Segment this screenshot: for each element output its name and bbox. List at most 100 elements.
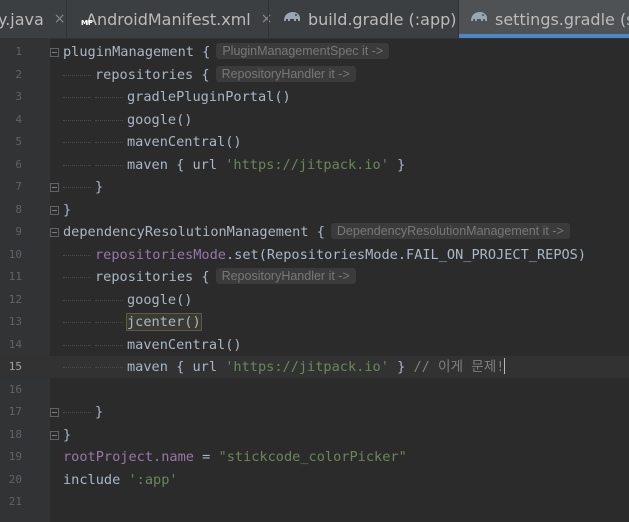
indent-guide: [63, 142, 91, 144]
code-line[interactable]: 2 repositories {RepositoryHandler it ->: [0, 64, 629, 86]
code-token: google(): [127, 111, 193, 128]
code-line[interactable]: 15 maven { url 'https://jitpack.io' } // …: [0, 356, 629, 378]
code-token: }: [388, 359, 414, 375]
code-token: repositories {: [95, 269, 210, 285]
code-text: google(): [127, 109, 192, 131]
code-token: google(): [127, 291, 193, 308]
code-text: mavenCentral(): [127, 334, 242, 356]
line-number: 1: [15, 45, 22, 58]
code-editor[interactable]: 1 pluginManagement { PluginManagementSpec …: [0, 39, 629, 522]
code-line[interactable]: 10 repositoriesMode.set(RepositoriesMode.…: [0, 244, 629, 266]
code-line[interactable]: 6 maven { url 'https://jitpack.io' }: [0, 154, 629, 176]
indent-guide: [63, 367, 91, 369]
fold-marker-icon[interactable]: [50, 408, 59, 417]
indent-guide: [63, 322, 91, 324]
code-text: repositories { RepositoryHandler it ->: [95, 266, 356, 288]
fold-marker-icon[interactable]: [50, 205, 59, 215]
gradle-elephant-icon: [469, 9, 489, 29]
code-token: }: [95, 179, 104, 195]
code-line[interactable]: 9 dependencyResolutionManagement { Depende…: [0, 221, 629, 243]
line-number: 20: [8, 472, 22, 486]
code-line[interactable]: 16: [0, 379, 629, 401]
line-number: 6: [15, 157, 22, 171]
fold-marker-icon[interactable]: [50, 228, 59, 237]
indent-guide: [63, 344, 91, 347]
code-token: mavenCentral(): [127, 336, 242, 353]
active-tab-indicator: [459, 34, 629, 38]
tab-java-file[interactable]: y.java ×: [0, 0, 66, 38]
fold-marker-icon[interactable]: [50, 48, 59, 57]
code-token: }: [95, 404, 104, 420]
inlay-hint: DependencyResolutionManagement it ->: [330, 223, 570, 239]
line-number: 8: [15, 202, 22, 216]
code-line[interactable]: 1 pluginManagement { PluginManagementSpec …: [0, 41, 629, 63]
code-line[interactable]: 5 mavenCentral(): [0, 131, 629, 153]
line-number: 21: [8, 495, 22, 508]
code-token: repositories {: [95, 66, 210, 83]
code-line[interactable]: 20 include ':app': [0, 469, 629, 491]
string-literal: "stickcode_colorPicker": [218, 449, 407, 465]
code-text: }: [63, 199, 71, 221]
text-caret: [504, 358, 506, 374]
code-line[interactable]: 7}: [0, 176, 629, 198]
indent-guide: [63, 97, 91, 99]
code-token: mavenCentral(): [127, 134, 242, 150]
code-line[interactable]: 3 gradlePluginPortal(): [0, 86, 629, 108]
indent-guide: [63, 412, 91, 414]
code-text: rootProject.name = "stickcode_colorPicke…: [63, 446, 407, 468]
indent-guide: [63, 74, 91, 77]
code-text: }: [95, 176, 103, 198]
code-token: gradlePluginPortal(): [127, 89, 291, 105]
code-token: include: [63, 471, 129, 488]
tab-android-manifest[interactable]: MF AndroidManifest.xml ×: [80, 0, 273, 38]
code-text: jcenter(): [126, 311, 202, 333]
indent-guide: [95, 119, 123, 122]
inlay-hint: PluginManagementSpec it ->: [216, 43, 390, 59]
code-text: }: [63, 424, 71, 446]
line-number: 7: [15, 180, 22, 193]
code-text: maven { url 'https://jitpack.io' }: [127, 154, 405, 176]
indent-guide: [63, 119, 91, 122]
code-line[interactable]: 18}: [0, 424, 629, 446]
property-name: repositoriesMode: [95, 246, 226, 263]
code-token: }: [63, 201, 72, 218]
code-line[interactable]: 8}: [0, 199, 629, 221]
line-number: 18: [8, 427, 22, 441]
line-number: 17: [8, 405, 22, 418]
code-token: maven { url: [127, 359, 226, 375]
code-line[interactable]: 12 google(): [0, 289, 629, 311]
code-text: gradlePluginPortal(): [127, 86, 291, 108]
line-number: 4: [15, 112, 22, 126]
inlay-hint: RepositoryHandler it ->: [215, 65, 356, 82]
indent-guide: [95, 344, 123, 347]
tab-settings-gradle[interactable]: settings.gradle (stick: [459, 0, 629, 38]
fold-marker-icon[interactable]: [50, 430, 59, 440]
indent-guide: [63, 187, 91, 189]
code-text: mavenCentral(): [127, 131, 242, 153]
close-icon[interactable]: ×: [261, 11, 273, 27]
code-token: dependencyResolutionManagement {: [63, 224, 325, 240]
string-literal: 'https://jitpack.io': [225, 156, 389, 173]
code-line[interactable]: 19 rootProject.name = "stickcode_colorPic…: [0, 446, 629, 468]
code-line[interactable]: 11 repositories { RepositoryHandler it ->: [0, 266, 629, 288]
line-number: 9: [15, 225, 22, 238]
inlay-hint: RepositoryHandler it ->: [215, 268, 356, 284]
tab-build-gradle-app[interactable]: build.gradle (:app) ×: [282, 0, 478, 38]
line-number: 15: [8, 360, 22, 373]
close-icon[interactable]: ×: [54, 11, 66, 27]
indent-guide: [95, 164, 123, 167]
code-line[interactable]: 14 mavenCentral(): [0, 334, 629, 356]
editor-tab-bar: y.java × MF AndroidManifest.xml × build.…: [0, 0, 629, 39]
code-line[interactable]: 17}: [0, 401, 629, 423]
code-line[interactable]: 13 jcenter(): [0, 311, 629, 333]
code-line[interactable]: 21: [0, 491, 629, 513]
fold-marker-icon[interactable]: [50, 183, 59, 192]
code-token: maven { url: [127, 156, 226, 173]
code-line[interactable]: 4 google(): [0, 109, 629, 131]
gradle-elephant-icon: [282, 9, 302, 29]
indent-guide: [63, 277, 91, 279]
code-token: pluginManagement {: [63, 44, 211, 60]
code-text: dependencyResolutionManagement { Dependen…: [63, 221, 570, 243]
line-number: 11: [8, 270, 22, 283]
indent-guide: [63, 254, 91, 257]
